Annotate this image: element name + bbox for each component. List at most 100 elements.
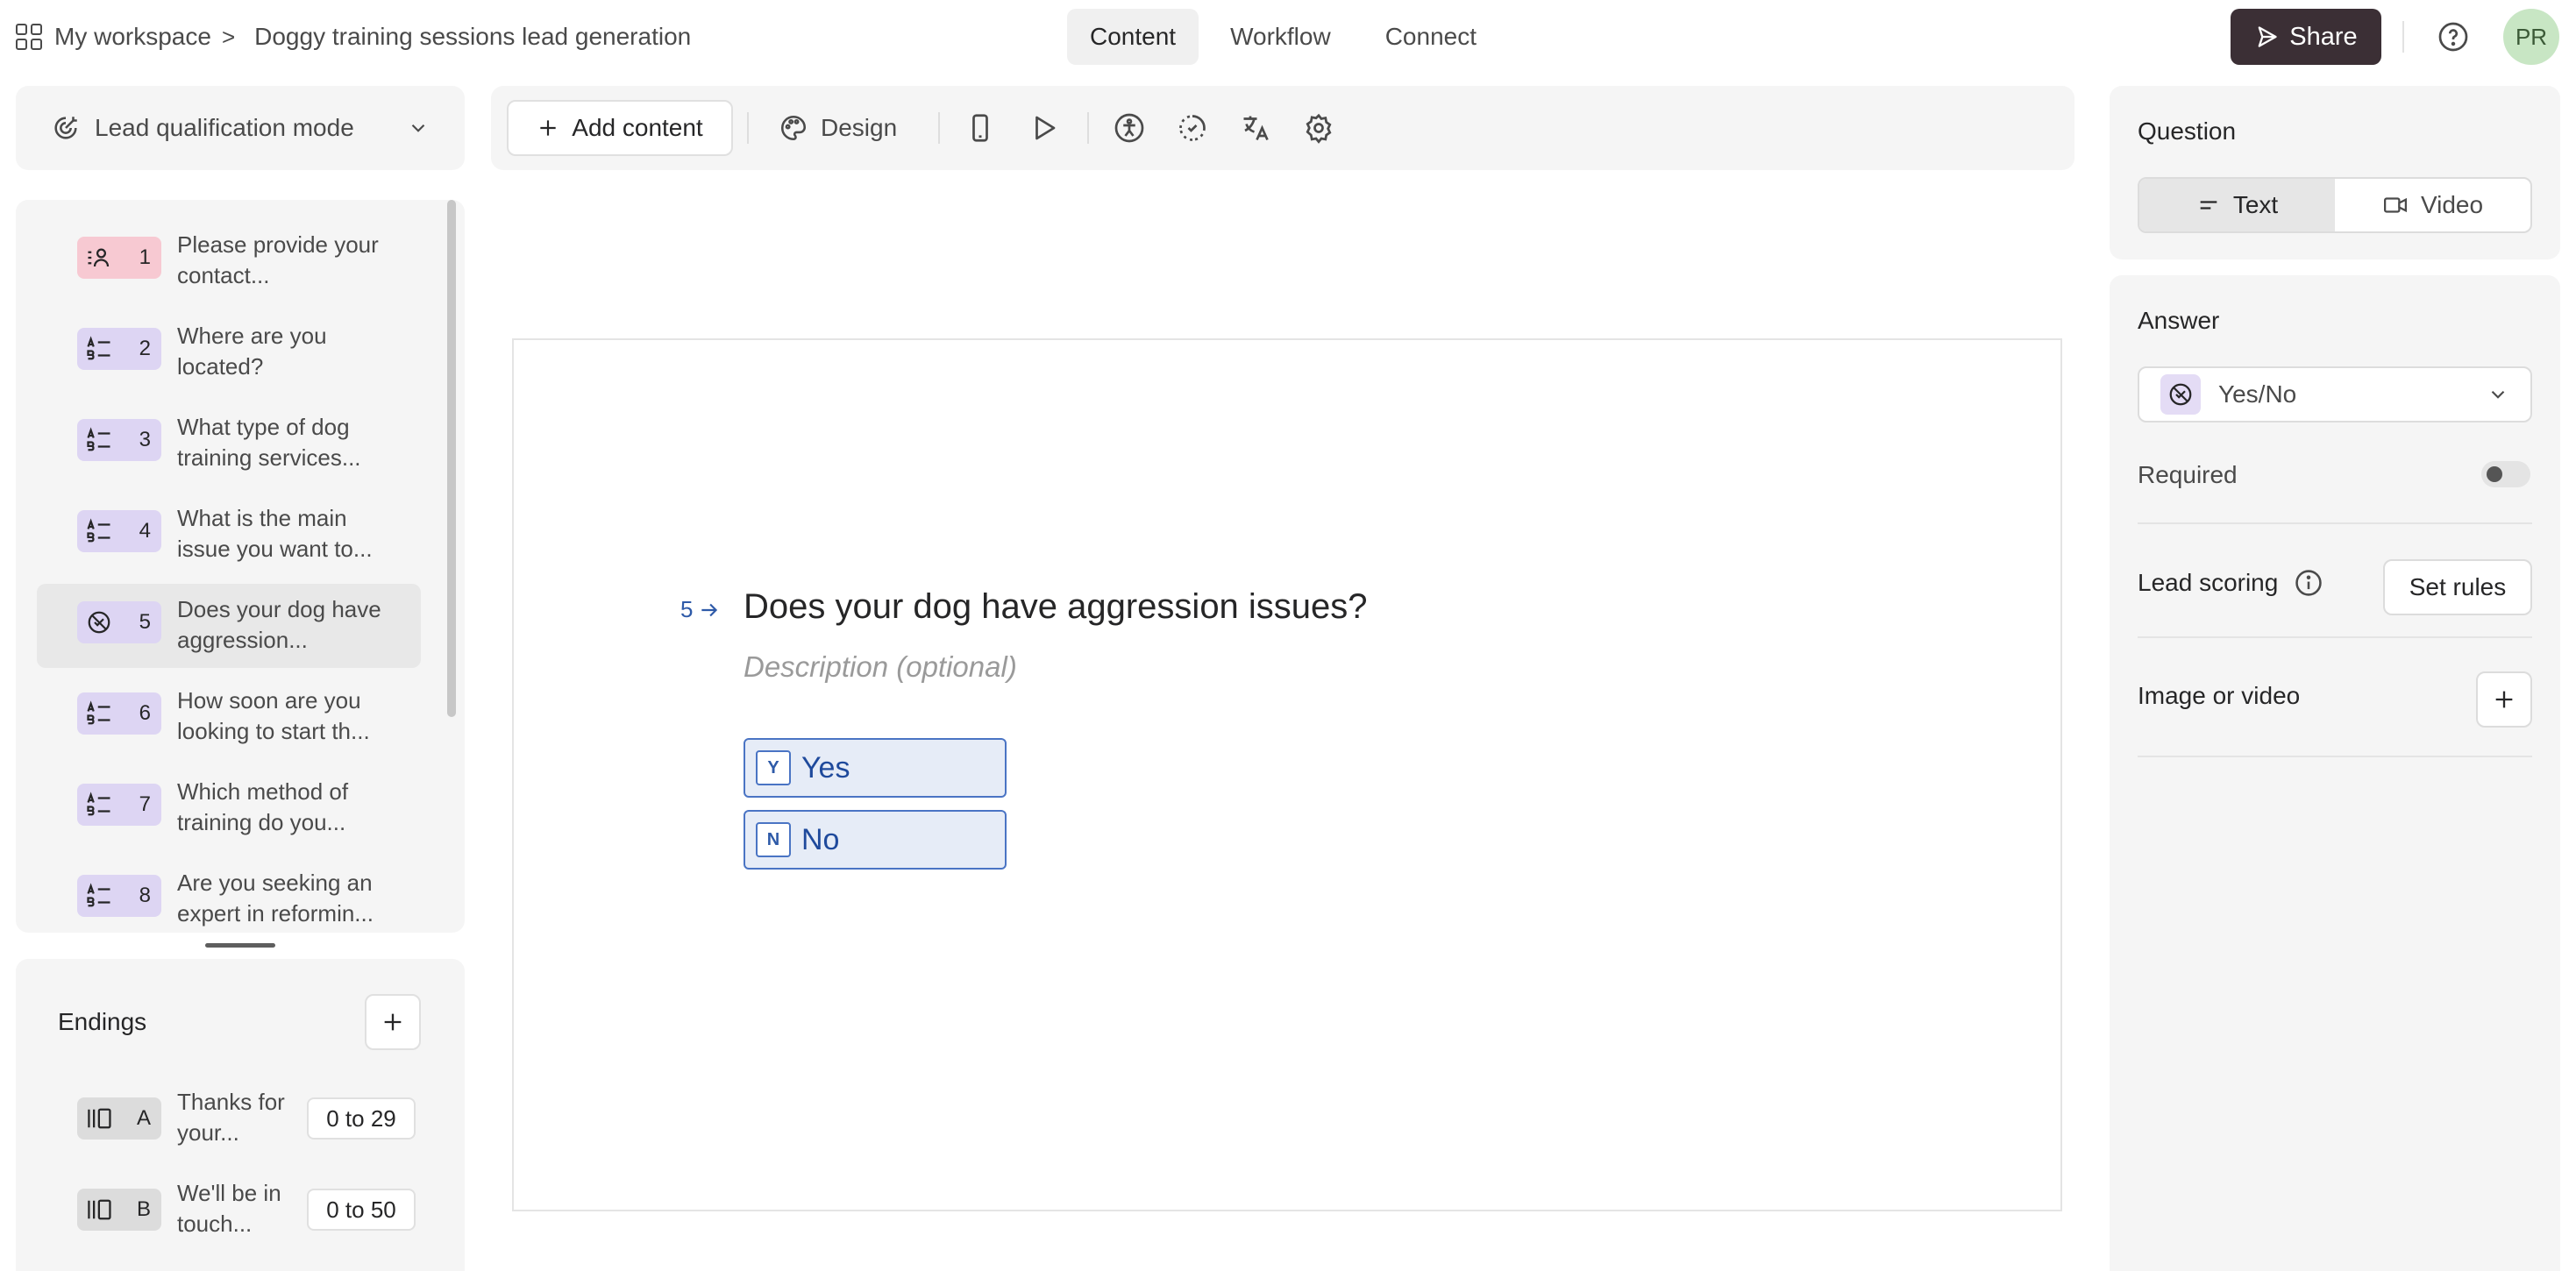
- question-settings-panel: Question Text Video: [2110, 86, 2560, 259]
- breadcrumb-separator: >: [221, 23, 236, 50]
- choice-yes[interactable]: Y Yes: [744, 738, 1007, 798]
- question-item-8[interactable]: 8 Are you seeking an expert in reformin.…: [37, 857, 421, 933]
- info-icon[interactable]: [2294, 568, 2323, 598]
- section-divider: [2138, 756, 2532, 757]
- question-type-text-label: Text: [2232, 191, 2279, 218]
- target-icon: [54, 117, 77, 139]
- yes-no-icon: [2169, 383, 2192, 406]
- question-text: Which method of training do you...: [177, 778, 349, 835]
- share-button-label: Share: [2289, 22, 2358, 51]
- add-content-label: Add content: [572, 114, 703, 141]
- multiple-choice-icon: [87, 427, 110, 451]
- question-title[interactable]: Does your dog have aggression issues?: [744, 587, 1368, 627]
- required-toggle[interactable]: [2481, 461, 2530, 487]
- question-text: Does your dog have aggression...: [177, 596, 381, 653]
- header-divider: [2402, 21, 2404, 53]
- toolbar-divider: [1087, 112, 1089, 144]
- question-item-3[interactable]: 3 What type of dog training services...: [37, 401, 421, 486]
- image-or-video-label: Image or video: [2138, 682, 2301, 709]
- question-item-4[interactable]: 4 What is the main issue you want to...: [37, 493, 421, 577]
- add-ending-button[interactable]: [365, 994, 421, 1050]
- question-type-text[interactable]: Text: [2139, 179, 2335, 231]
- yes-no-icon: [88, 611, 110, 634]
- question-text: Where are you located?: [177, 323, 327, 380]
- multiple-choice-icon: [87, 336, 110, 360]
- play-icon[interactable]: [1028, 112, 1059, 144]
- choice-label: Yes: [801, 750, 850, 785]
- help-icon[interactable]: [2437, 21, 2469, 53]
- settings-icon[interactable]: [1303, 112, 1334, 144]
- question-number: 6: [139, 701, 151, 725]
- score-range[interactable]: 0 to 50: [307, 1189, 416, 1231]
- question-item-7[interactable]: 7 Which method of training do you...: [37, 766, 421, 850]
- description-field[interactable]: Description (optional): [744, 650, 1017, 684]
- question-badge: 8: [77, 875, 161, 917]
- lead-qualification-mode-select[interactable]: Lead qualification mode: [16, 86, 465, 170]
- choice-key: Y: [756, 750, 791, 785]
- question-item-2[interactable]: 2 Where are you located?: [37, 310, 421, 394]
- question-number: 4: [139, 519, 151, 543]
- question-text: Are you seeking an expert in reformin...: [177, 870, 374, 927]
- lead-scoring-row: Lead scoring: [2138, 568, 2323, 598]
- tab-connect[interactable]: Connect: [1363, 9, 1499, 65]
- question-list: 1 Please provide your contact... 2 Where…: [16, 200, 465, 933]
- contact-icon: [88, 248, 110, 267]
- question-number-indicator: 5: [680, 596, 721, 623]
- answer-type-label: Yes/No: [2218, 380, 2297, 408]
- apps-grid-icon[interactable]: [16, 24, 42, 50]
- choice-label: No: [801, 822, 840, 856]
- top-bar: My workspace > Doggy training sessions l…: [0, 0, 2576, 74]
- mobile-preview-icon[interactable]: [964, 112, 996, 144]
- answer-heading: Answer: [2138, 307, 2220, 334]
- add-media-button[interactable]: [2476, 671, 2532, 728]
- ending-icon: [88, 1108, 111, 1129]
- score-range[interactable]: 0 to 29: [307, 1097, 416, 1140]
- question-number: 8: [139, 884, 151, 907]
- ending-text: We'll be in touch...: [177, 1180, 281, 1237]
- multiple-choice-icon: [87, 792, 110, 816]
- question-text: How soon are you looking to start th...: [177, 687, 370, 744]
- chevron-down-icon: [411, 124, 425, 132]
- question-heading: Question: [2138, 117, 2237, 145]
- video-icon: [2383, 197, 2407, 213]
- question-text: What type of dog training services...: [177, 414, 361, 471]
- form-title[interactable]: Doggy training sessions lead generation: [254, 23, 691, 51]
- answer-type-select[interactable]: Yes/No: [2138, 366, 2532, 422]
- ending-item-a[interactable]: A Thanks for your... 0 to 29: [37, 1076, 421, 1161]
- question-type-toggle: Text Video: [2138, 177, 2532, 233]
- translate-icon[interactable]: [1240, 112, 1271, 144]
- avatar[interactable]: PR: [2503, 9, 2559, 65]
- breadcrumb-workspace-link[interactable]: My workspace: [54, 23, 211, 51]
- question-badge: 7: [77, 784, 161, 826]
- answer-settings-panel: Answer Yes/No Required Lead scoring Set …: [2110, 275, 2560, 1271]
- question-item-6[interactable]: 6 How soon are you looking to start th..…: [37, 675, 421, 759]
- tab-workflow[interactable]: Workflow: [1207, 9, 1354, 65]
- ending-badge: B: [77, 1189, 161, 1231]
- question-list-scrollbar[interactable]: [447, 200, 456, 717]
- question-badge: 1: [77, 237, 161, 279]
- question-item-5[interactable]: 5 Does your dog have aggression...: [37, 584, 421, 668]
- required-label: Required: [2138, 461, 2238, 488]
- ending-item-b[interactable]: B We'll be in touch... 0 to 50: [37, 1168, 421, 1252]
- add-content-button[interactable]: Add content: [507, 100, 733, 156]
- choice-key: N: [756, 822, 791, 857]
- send-icon: [2258, 26, 2277, 47]
- ending-letter: B: [136, 1197, 151, 1221]
- mode-label: Lead qualification mode: [95, 114, 354, 141]
- breadcrumb: My workspace > Doggy training sessions l…: [16, 19, 691, 54]
- design-button[interactable]: Design: [779, 100, 897, 156]
- ending-icon: [88, 1199, 111, 1220]
- panel-resize-handle[interactable]: [205, 943, 275, 948]
- question-item-1[interactable]: 1 Please provide your contact...: [37, 219, 421, 303]
- progress-icon[interactable]: [1177, 112, 1208, 144]
- choice-no[interactable]: N No: [744, 810, 1007, 870]
- question-number: 2: [139, 337, 151, 360]
- ending-text: Thanks for your...: [177, 1089, 285, 1146]
- tab-content[interactable]: Content: [1067, 9, 1199, 65]
- multiple-choice-icon: [87, 883, 110, 907]
- share-button[interactable]: Share: [2231, 9, 2381, 65]
- question-type-video[interactable]: Video: [2335, 179, 2530, 231]
- accessibility-icon[interactable]: [1114, 112, 1145, 144]
- plus-icon: [2495, 691, 2513, 708]
- set-rules-button[interactable]: Set rules: [2383, 559, 2532, 615]
